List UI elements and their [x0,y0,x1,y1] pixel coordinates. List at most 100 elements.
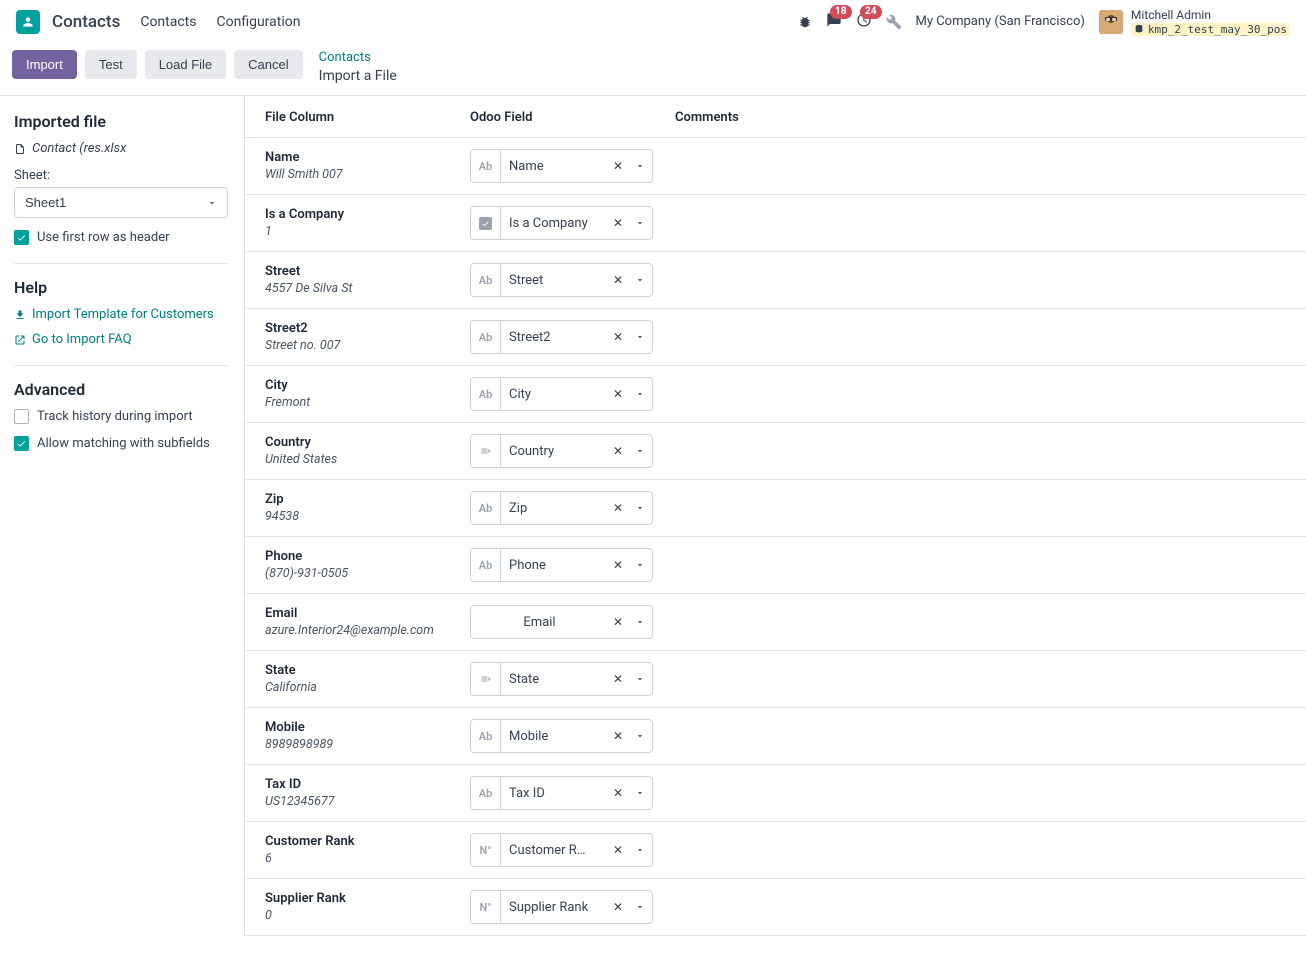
file-column-name: Country [265,435,470,450]
action-bar: Import Test Load File Cancel Contacts Im… [0,44,1306,95]
clear-field-icon[interactable]: ✕ [608,216,628,230]
mapping-table-header: File Column Odoo Field Comments [245,96,1306,138]
file-column-sample: 94538 [265,509,470,524]
test-button[interactable]: Test [85,50,137,79]
database-icon [1134,24,1144,34]
db-name: kmp_2_test_may_30_pos [1148,23,1287,36]
odoo-field-select[interactable]: Ab Street ✕ [470,263,653,297]
debug-icon[interactable] [798,15,812,29]
caret-down-icon[interactable] [628,275,652,285]
clear-field-icon[interactable]: ✕ [608,273,628,287]
caret-down-icon[interactable] [628,560,652,570]
mapping-row: Tax ID US12345677 Ab Tax ID ✕ [245,765,1306,822]
breadcrumb-current: Import a File [319,67,397,85]
clear-field-icon[interactable]: ✕ [608,615,628,629]
file-column-name: Name [265,150,470,165]
file-column-name: City [265,378,470,393]
file-column-name: Phone [265,549,470,564]
mapping-row: Name Will Smith 007 Ab Name ✕ [245,138,1306,195]
file-column-name: Customer Rank [265,834,470,849]
clear-field-icon[interactable]: ✕ [608,729,628,743]
caret-down-icon[interactable] [628,731,652,741]
caret-down-icon[interactable] [628,788,652,798]
file-column-sample: 0 [265,908,470,923]
allow-subfields-checkbox[interactable]: Allow matching with subfields [14,436,228,451]
advanced-heading: Advanced [14,380,228,399]
company-selector[interactable]: My Company (San Francisco) [916,14,1085,29]
tools-icon[interactable] [886,14,902,30]
messages-icon[interactable]: 18 [826,12,842,32]
activities-icon[interactable]: 24 [856,12,872,32]
user-name: Mitchell Admin [1131,8,1290,22]
caret-down-icon[interactable] [628,617,652,627]
caret-down-icon[interactable] [628,674,652,684]
caret-down-icon[interactable] [628,332,652,342]
clear-field-icon[interactable]: ✕ [608,558,628,572]
import-template-link[interactable]: Import Template for Customers [14,307,228,322]
caret-down-icon[interactable] [628,161,652,171]
nav-contacts[interactable]: Contacts [140,14,196,30]
help-heading: Help [14,278,228,297]
top-navbar: Contacts Contacts Configuration 18 24 My… [0,0,1306,44]
odoo-field-select[interactable]: Ab Mobile ✕ [470,719,653,753]
odoo-field-select[interactable]: N° Supplier Rank ✕ [470,890,653,924]
col-file-header: File Column [265,110,470,125]
clear-field-icon[interactable]: ✕ [608,159,628,173]
clear-field-icon[interactable]: ✕ [608,672,628,686]
external-link-icon [14,334,26,346]
caret-down-icon[interactable] [628,503,652,513]
clear-field-icon[interactable]: ✕ [608,900,628,914]
first-row-header-checkbox[interactable]: Use first row as header [14,230,228,245]
track-history-checkbox[interactable]: Track history during import [14,409,228,424]
odoo-field-select[interactable]: Ab City ✕ [470,377,653,411]
odoo-field-select[interactable]: Is a Company ✕ [470,206,653,240]
odoo-field-select[interactable]: Ab Zip ✕ [470,491,653,525]
clear-field-icon[interactable]: ✕ [608,444,628,458]
odoo-field-select[interactable]: Ab Tax ID ✕ [470,776,653,810]
caret-down-icon[interactable] [628,389,652,399]
odoo-field-label: Country [501,444,608,459]
clear-field-icon[interactable]: ✕ [608,786,628,800]
app-icon[interactable] [16,10,40,34]
file-column-name: Is a Company [265,207,470,222]
mapping-row: Phone (870)-931-0505 Ab Phone ✕ [245,537,1306,594]
download-icon [14,309,26,321]
caret-down-icon[interactable] [628,845,652,855]
file-column-name: Zip [265,492,470,507]
file-column-sample: Street no. 007 [265,338,470,353]
mapping-row: Customer Rank 6 N° Customer R… ✕ [245,822,1306,879]
mapping-row: Zip 94538 Ab Zip ✕ [245,480,1306,537]
odoo-field-select[interactable]: N° Customer R… ✕ [470,833,653,867]
odoo-field-label: Phone [501,558,608,573]
sheet-select[interactable]: Sheet1 [14,187,228,218]
user-menu[interactable]: Mitchell Admin kmp_2_test_may_30_pos [1099,8,1290,36]
caret-down-icon[interactable] [628,902,652,912]
clear-field-icon[interactable]: ✕ [608,330,628,344]
odoo-field-select[interactable]: State ✕ [470,662,653,696]
clear-field-icon[interactable]: ✕ [608,387,628,401]
caret-down-icon[interactable] [628,218,652,228]
clear-field-icon[interactable]: ✕ [608,501,628,515]
file-column-name: Email [265,606,470,621]
odoo-field-select[interactable]: Ab Phone ✕ [470,548,653,582]
import-button[interactable]: Import [12,50,77,79]
messages-badge: 18 [830,5,851,19]
odoo-field-label: Supplier Rank [501,900,608,915]
odoo-field-select[interactable]: Country ✕ [470,434,653,468]
file-column-name: Mobile [265,720,470,735]
file-column-sample: Will Smith 007 [265,167,470,182]
breadcrumb-parent[interactable]: Contacts [319,50,397,67]
nav-configuration[interactable]: Configuration [217,14,301,30]
clear-field-icon[interactable]: ✕ [608,843,628,857]
cancel-button[interactable]: Cancel [234,50,302,79]
import-faq-link[interactable]: Go to Import FAQ [14,332,228,347]
odoo-field-select[interactable]: Email ✕ [470,605,653,639]
odoo-field-select[interactable]: Ab Name ✕ [470,149,653,183]
mapping-row: Mobile 8989898989 Ab Mobile ✕ [245,708,1306,765]
load-file-button[interactable]: Load File [145,50,226,79]
app-title: Contacts [52,12,120,32]
odoo-field-select[interactable]: Ab Street2 ✕ [470,320,653,354]
file-column-name: Street [265,264,470,279]
odoo-field-label: Street2 [501,330,608,345]
caret-down-icon[interactable] [628,446,652,456]
